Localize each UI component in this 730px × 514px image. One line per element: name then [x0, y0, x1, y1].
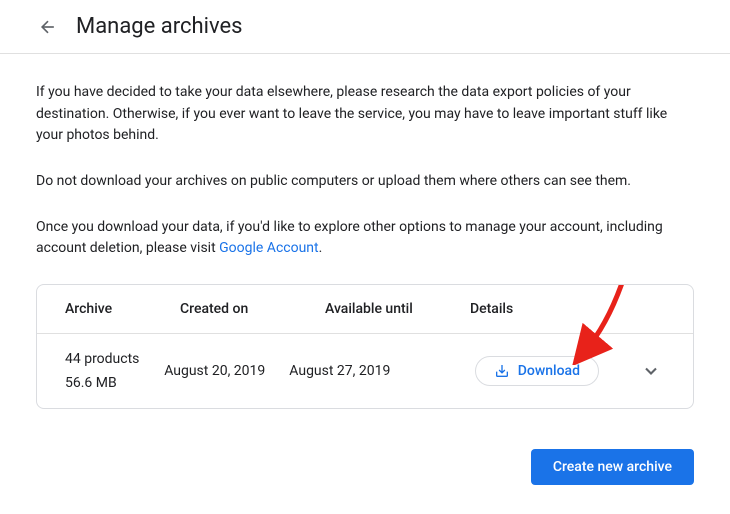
table-header-row: Archive Created on Available until Detai…: [37, 285, 693, 334]
archive-size: 56.6 MB: [65, 375, 164, 391]
back-button[interactable]: [36, 15, 60, 39]
arrow-left-icon: [38, 17, 58, 37]
google-account-link[interactable]: Google Account: [219, 240, 318, 256]
page-header: Manage archives: [0, 0, 730, 54]
chevron-down-icon: [641, 361, 661, 381]
intro-paragraph-2: Do not download your archives on public …: [36, 171, 694, 193]
available-cell: August 27, 2019: [289, 363, 414, 379]
intro-paragraph-1: If you have decided to take your data el…: [36, 82, 694, 147]
page-title: Manage archives: [76, 14, 243, 39]
table-row: 44 products 56.6 MB August 20, 2019 Augu…: [37, 334, 693, 408]
created-cell: August 20, 2019: [164, 363, 289, 379]
col-header-details: Details: [470, 301, 540, 317]
create-archive-button[interactable]: Create new archive: [531, 449, 694, 485]
archives-table: Archive Created on Available until Detai…: [36, 284, 694, 409]
p3-prefix: Once you download your data, if you'd li…: [36, 219, 663, 257]
p3-suffix: .: [319, 240, 323, 256]
col-header-available: Available until: [325, 301, 470, 317]
footer: Create new archive: [0, 429, 730, 495]
col-header-created: Created on: [180, 301, 325, 317]
download-button[interactable]: Download: [475, 356, 599, 386]
expand-button[interactable]: [639, 359, 663, 383]
download-label: Download: [518, 363, 580, 379]
archive-cell: 44 products 56.6 MB: [65, 351, 164, 391]
col-header-archive: Archive: [65, 301, 180, 317]
download-icon: [494, 363, 510, 379]
content-area: If you have decided to take your data el…: [0, 54, 730, 429]
archive-products: 44 products: [65, 351, 164, 367]
intro-paragraph-3: Once you download your data, if you'd li…: [36, 217, 694, 260]
actions-cell: Download: [475, 356, 665, 386]
col-header-actions: [540, 301, 665, 317]
